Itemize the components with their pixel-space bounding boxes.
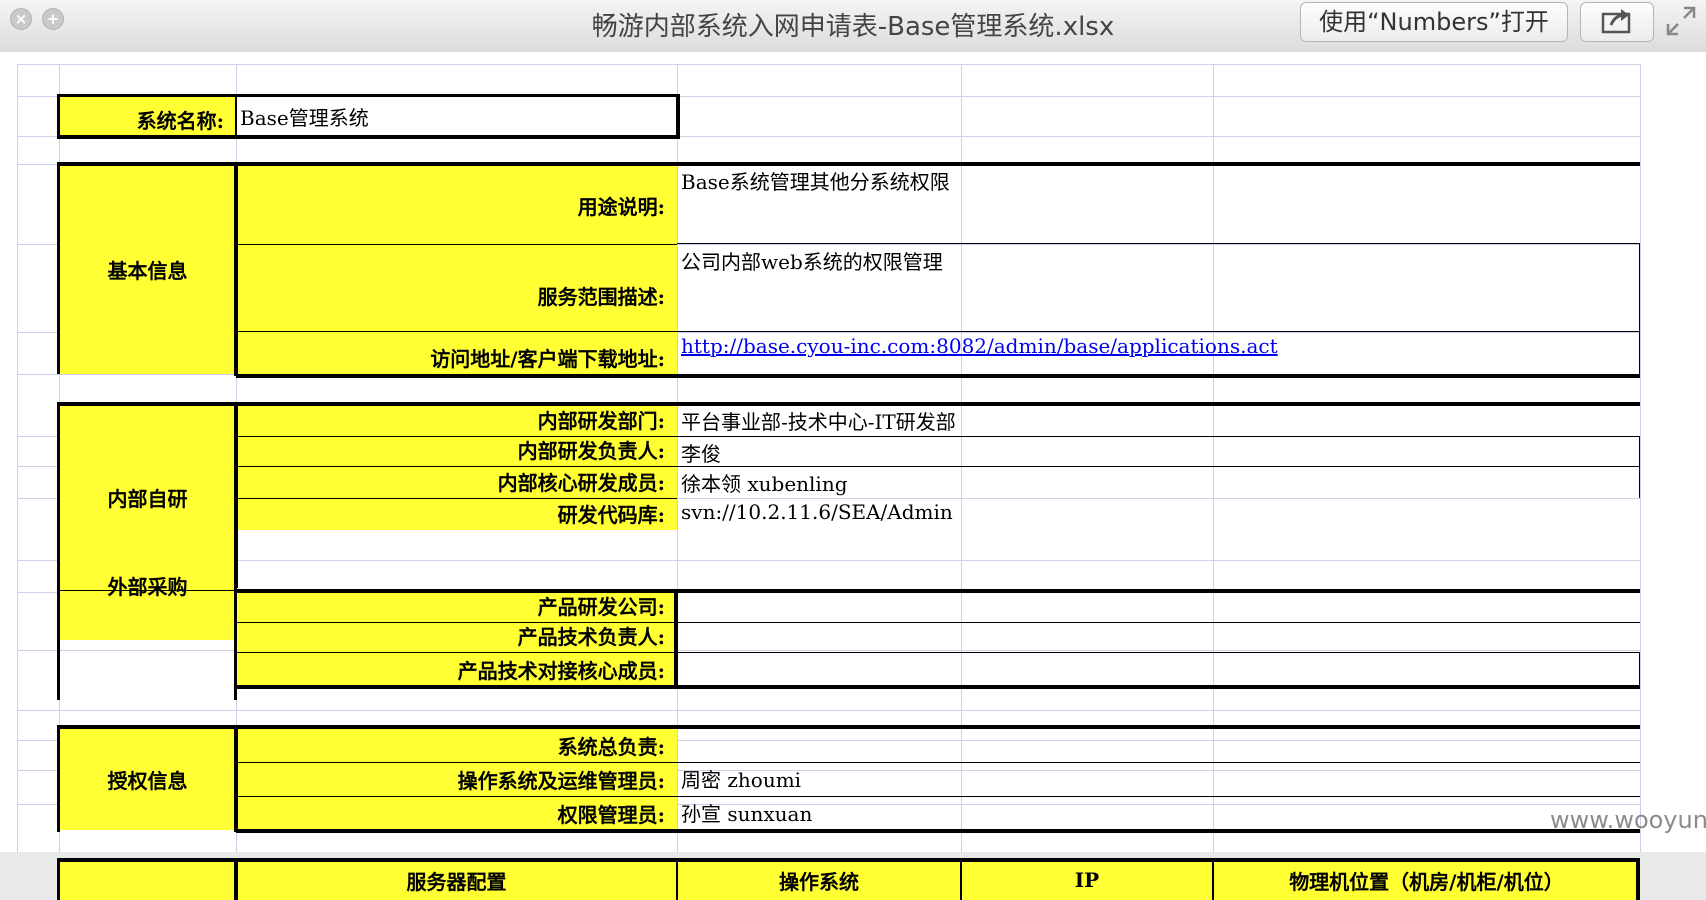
border xyxy=(1636,858,1640,900)
internal-lead-label: 内部研发负责人: xyxy=(236,436,677,466)
border xyxy=(236,498,677,499)
grid-line xyxy=(1640,64,1641,852)
border xyxy=(57,858,60,900)
border xyxy=(676,858,678,900)
border xyxy=(235,94,237,139)
basic-info-group: 基本信息 xyxy=(59,164,236,374)
perm-admin-label: 权限管理员: xyxy=(236,796,677,830)
border xyxy=(236,244,677,245)
system-name-label: 系统名称: xyxy=(59,96,236,136)
internal-core-label: 内部核心研发成员: xyxy=(236,466,677,498)
border xyxy=(960,858,962,900)
border xyxy=(236,796,1640,797)
server-config-header: 服务器配置 xyxy=(236,860,677,900)
vendor-contact-value[interactable] xyxy=(677,652,1640,686)
open-with-numbers-button[interactable]: 使用“Numbers”打开 xyxy=(1300,2,1568,42)
purpose-label: 用途说明: xyxy=(236,164,677,244)
perm-admin-value[interactable]: 孙宣 sunxuan xyxy=(677,796,1640,830)
border xyxy=(57,725,60,832)
border xyxy=(236,374,1640,378)
service-scope-label: 服务范围描述: xyxy=(236,244,677,332)
access-url-link[interactable]: http://base.cyou-inc.com:8082/admin/base… xyxy=(681,334,1278,358)
ops-admin-label: 操作系统及运维管理员: xyxy=(236,762,677,796)
fullscreen-icon[interactable] xyxy=(1664,4,1698,38)
access-url-label: 访问地址/客户端下载地址: xyxy=(236,332,677,374)
border xyxy=(59,590,236,591)
grid-line xyxy=(17,710,1640,711)
border xyxy=(1639,652,1640,686)
vendor-company-label: 产品研发公司: xyxy=(236,592,677,622)
border xyxy=(57,162,1640,166)
border xyxy=(234,725,238,832)
vendor-contact-label: 产品技术对接核心成员: xyxy=(236,652,677,686)
service-scope-value[interactable]: 公司内部web系统的权限管理 xyxy=(677,244,1640,332)
vendor-company-value[interactable] xyxy=(677,592,1640,622)
border xyxy=(674,589,678,686)
internal-dept-label: 内部研发部门: xyxy=(236,404,677,436)
border xyxy=(57,135,679,139)
border xyxy=(236,829,1640,833)
border xyxy=(236,685,1640,689)
border xyxy=(234,402,238,588)
border xyxy=(677,243,1640,244)
border xyxy=(57,94,60,139)
grid-line xyxy=(17,560,1640,561)
border xyxy=(676,94,680,139)
border xyxy=(234,588,237,700)
border xyxy=(1639,243,1640,376)
border xyxy=(57,94,679,97)
border xyxy=(57,725,1640,729)
internal-lead-value[interactable]: 李俊 xyxy=(677,436,1640,466)
location-header: 物理机位置（机房/机柜/机位） xyxy=(1213,860,1640,900)
border xyxy=(57,858,1640,862)
border xyxy=(57,402,60,700)
purpose-value[interactable]: Base系统管理其他分系统权限 xyxy=(677,164,1640,244)
share-icon xyxy=(1601,9,1631,34)
code-repo-value[interactable]: svn://10.2.11.6/SEA/Admin xyxy=(677,498,1640,530)
watermark: www.wooyun.org xyxy=(1550,806,1706,834)
border xyxy=(236,589,1640,593)
vendor-tech-lead-value[interactable] xyxy=(677,622,1640,652)
border xyxy=(234,858,238,900)
vendor-tech-lead-label: 产品技术负责人: xyxy=(236,622,677,652)
border xyxy=(236,652,1640,653)
share-button[interactable] xyxy=(1580,2,1654,42)
external-group: 外部采购 xyxy=(59,530,236,640)
system-owner-label: 系统总负责: xyxy=(236,728,677,762)
border xyxy=(236,762,1640,763)
border xyxy=(57,402,1640,406)
border xyxy=(1212,858,1214,900)
grid-line xyxy=(17,64,18,852)
window-titlebar: × + 畅游内部系统入网申请表-Base管理系统.xlsx 使用“Numbers… xyxy=(0,0,1706,53)
border xyxy=(234,162,238,376)
spreadsheet: 系统名称: Base管理系统 基本信息 用途说明: Base系统管理其他分系统权… xyxy=(0,52,1706,900)
border xyxy=(1639,436,1640,498)
border xyxy=(236,622,1640,623)
access-url-cell: http://base.cyou-inc.com:8082/admin/base… xyxy=(677,332,1640,374)
grid-line xyxy=(17,64,1640,65)
border xyxy=(57,162,60,374)
server-header-blank xyxy=(59,860,236,900)
code-repo-label: 研发代码库: xyxy=(236,498,677,530)
auth-group: 授权信息 xyxy=(59,728,236,830)
border xyxy=(236,331,677,332)
border xyxy=(236,436,1640,437)
internal-dept-value[interactable]: 平台事业部-技术中心-IT研发部 xyxy=(677,404,1640,436)
os-header: 操作系统 xyxy=(677,860,961,900)
system-owner-value[interactable] xyxy=(677,728,1640,762)
internal-core-value[interactable]: 徐本领 xubenling xyxy=(677,466,1640,498)
border xyxy=(677,331,1640,332)
ops-admin-value[interactable]: 周密 zhoumi xyxy=(677,762,1640,796)
system-name-value[interactable]: Base管理系统 xyxy=(236,96,677,136)
ip-header: IP xyxy=(961,860,1213,900)
border xyxy=(236,466,1640,467)
